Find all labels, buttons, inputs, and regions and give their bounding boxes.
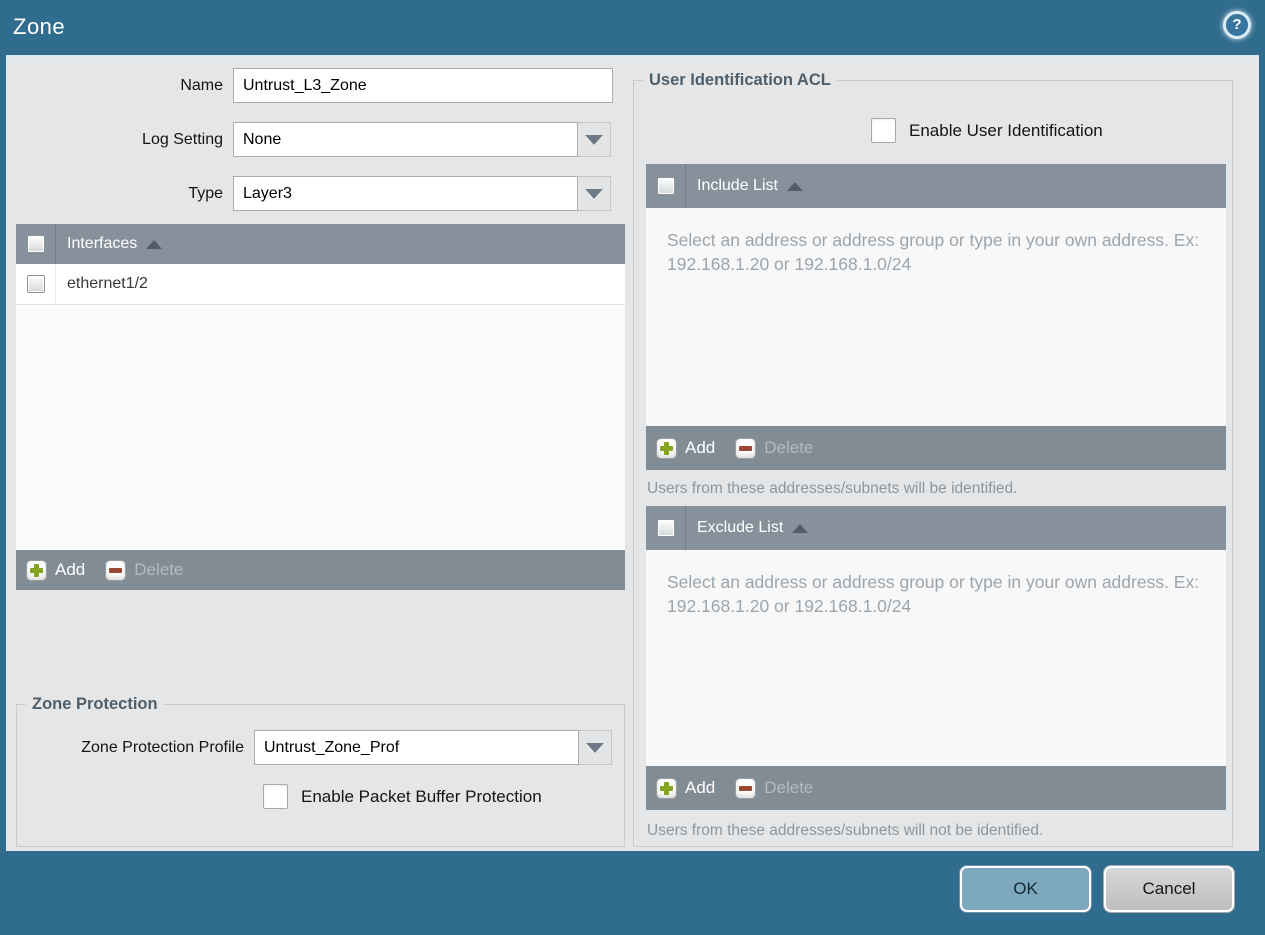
plus-icon [26,559,47,581]
plus-icon [656,437,677,459]
sort-asc-icon[interactable] [792,523,809,533]
type-dropdown-button[interactable] [578,176,611,211]
packet-buffer-checkbox[interactable] [263,784,288,809]
name-input[interactable] [233,68,613,103]
log-setting-input[interactable] [233,122,578,157]
zone-protection-profile-label: Zone Protection Profile [81,738,244,756]
enable-user-identification-row: Enable User Identification [871,118,1103,143]
add-label: Add [685,438,716,457]
exclude-delete-button[interactable]: Delete [735,777,814,799]
select-all-checkbox[interactable] [26,235,45,253]
add-button[interactable]: Add [26,559,86,581]
log-setting-select [233,122,611,157]
include-list-column-header[interactable]: Include List [697,177,778,195]
row-checkbox[interactable] [26,275,45,293]
enable-user-identification-checkbox[interactable] [871,118,896,143]
interfaces-table-body: ethernet1/2 [16,264,625,550]
type-input[interactable] [233,176,578,211]
exclude-list-placeholder: Select an address or address group or ty… [667,572,1200,617]
packet-buffer-row: Enable Packet Buffer Protection [263,784,542,809]
exclude-list-caption: Users from these addresses/subnets will … [647,822,1044,839]
ok-button[interactable]: OK [960,866,1091,912]
cancel-button[interactable]: Cancel [1104,866,1234,912]
dialog-footer: OK Cancel [0,851,1265,935]
include-delete-button[interactable]: Delete [735,437,814,459]
header-checkbox-cell [16,224,56,264]
name-row: Name [6,68,613,103]
header-checkbox-cell [646,506,686,550]
exclude-list-panel: Exclude List Select an address or addres… [646,506,1226,810]
help-icon[interactable]: ? [1223,11,1251,39]
chevron-down-icon [585,134,603,145]
log-setting-row: Log Setting [6,122,611,157]
exclude-list-footer: Add Delete [646,766,1226,810]
interfaces-table: Interfaces ethernet1/2 Add Delete [16,224,625,590]
zone-protection-profile-select [254,730,612,765]
add-label: Add [685,778,716,797]
name-label: Name [180,76,223,94]
delete-label: Delete [764,778,814,797]
include-list-caption: Users from these addresses/subnets will … [647,480,1018,497]
minus-icon [735,437,757,459]
log-setting-dropdown-button[interactable] [578,122,611,157]
interfaces-table-footer: Add Delete [16,550,625,590]
exclude-add-button[interactable]: Add [656,777,716,799]
delete-button[interactable]: Delete [105,559,184,581]
add-label: Add [55,560,86,579]
user-identification-fieldset: User Identification ACL Enable User Iden… [633,71,1233,847]
minus-icon [735,777,757,799]
user-identification-legend: User Identification ACL [649,71,831,89]
chevron-down-icon [586,742,604,753]
interface-name: ethernet1/2 [67,275,148,292]
zone-protection-profile-row: Zone Protection Profile [17,730,612,765]
sort-asc-icon[interactable] [786,181,803,191]
exclude-list-header: Exclude List [646,506,1226,550]
interfaces-column-header[interactable]: Interfaces [67,235,137,253]
dialog-titlebar: Zone ? [0,0,1265,55]
help-glyph: ? [1232,16,1242,33]
include-list-panel: Include List Select an address or addres… [646,164,1226,470]
include-list-footer: Add Delete [646,426,1226,470]
packet-buffer-label: Enable Packet Buffer Protection [301,786,542,806]
chevron-down-icon [585,188,603,199]
include-list-placeholder: Select an address or address group or ty… [667,230,1200,275]
include-select-all-checkbox[interactable] [656,177,675,195]
exclude-select-all-checkbox[interactable] [656,519,675,537]
zone-protection-legend: Zone Protection [32,695,158,713]
table-row[interactable]: ethernet1/2 [16,264,625,305]
enable-user-identification-label: Enable User Identification [909,120,1103,140]
log-setting-label: Log Setting [142,130,223,148]
include-list-header: Include List [646,164,1226,208]
delete-label: Delete [134,560,184,579]
zone-protection-fieldset: Zone Protection Zone Protection Profile … [16,695,625,847]
interfaces-table-header: Interfaces [16,224,625,264]
dialog-content: Name Log Setting Type Interfaces etherne… [6,55,1259,851]
zone-protection-profile-dropdown-button[interactable] [579,730,612,765]
sort-asc-icon[interactable] [146,239,163,249]
row-checkbox-cell [16,264,56,304]
plus-icon [656,777,677,799]
type-row: Type [6,176,611,211]
delete-label: Delete [764,438,814,457]
type-label: Type [188,184,223,202]
include-list-body: Select an address or address group or ty… [646,208,1226,426]
exclude-list-body: Select an address or address group or ty… [646,550,1226,766]
include-add-button[interactable]: Add [656,437,716,459]
header-checkbox-cell [646,164,686,208]
exclude-list-column-header[interactable]: Exclude List [697,519,783,537]
type-select [233,176,611,211]
page-title: Zone [13,14,66,39]
minus-icon [105,559,127,581]
zone-protection-profile-input[interactable] [254,730,579,765]
